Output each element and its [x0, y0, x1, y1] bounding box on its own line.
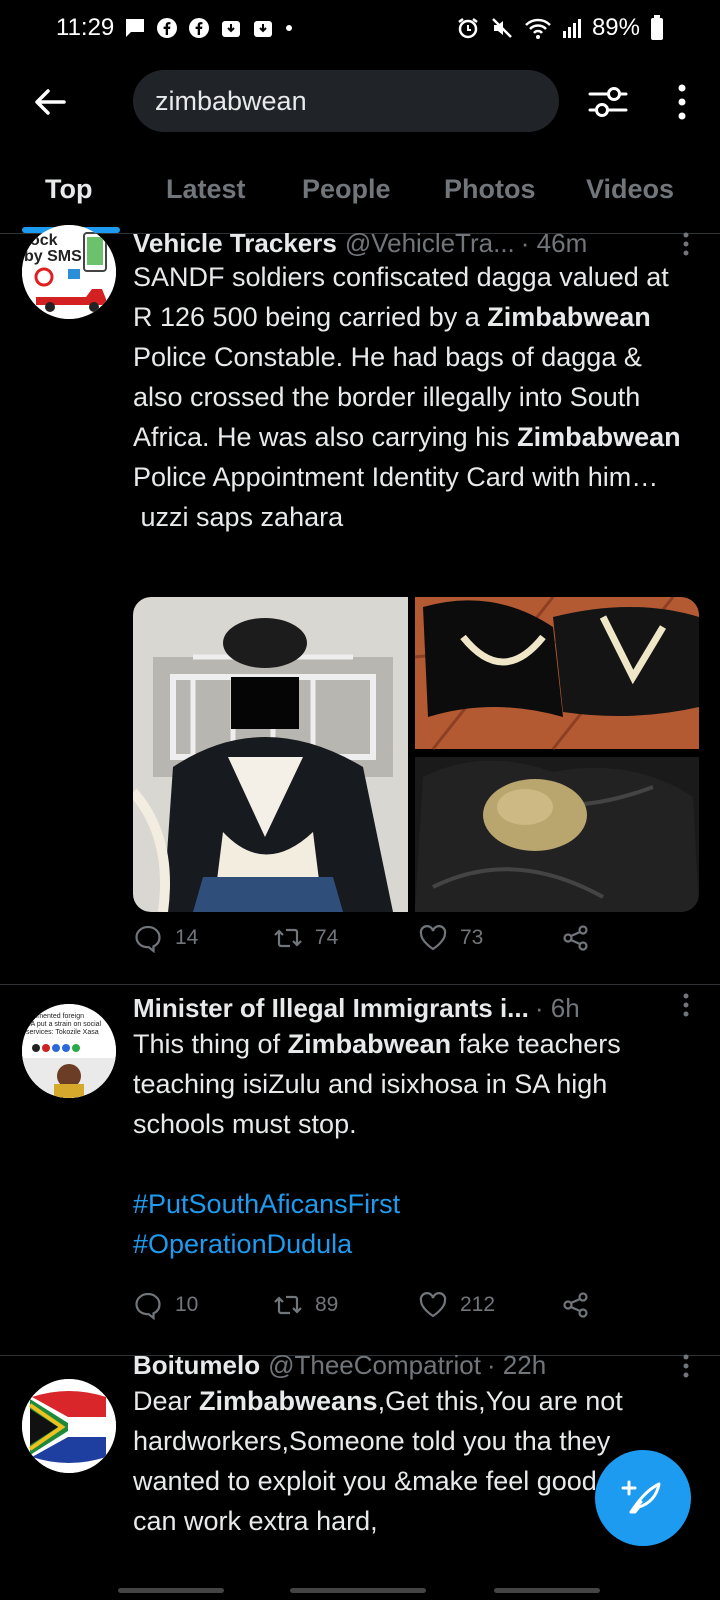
tab-videos[interactable]: Videos	[586, 174, 674, 205]
author-name[interactable]: Boitumelo	[133, 1350, 260, 1381]
search-input[interactable]: zimbabwean	[133, 70, 559, 132]
status-bar: 11:29 89%	[0, 0, 720, 56]
svg-text:ock: ock	[30, 232, 58, 249]
svg-text:SA put a strain on social: SA put a strain on social	[26, 1021, 102, 1028]
tweet-time: · 46m	[520, 227, 588, 258]
heart-icon	[419, 925, 447, 951]
share-button[interactable]	[561, 1290, 591, 1320]
hashtag-link[interactable]: #OperationDudula	[133, 1224, 693, 1264]
avatar[interactable]	[22, 1379, 116, 1473]
retweet-count: 89	[315, 1293, 339, 1316]
nav-home-handle[interactable]	[290, 1588, 426, 1593]
retweet-button[interactable]: 89	[273, 1290, 338, 1320]
share-button[interactable]	[561, 923, 591, 953]
retweet-icon	[274, 1295, 302, 1315]
battery-icon	[651, 15, 663, 40]
share-icon	[563, 925, 588, 951]
tweet-text: This thing of Zimbabwean fake teachers t…	[133, 1029, 621, 1139]
media-photo-dagga[interactable]	[415, 757, 699, 912]
retweet-button[interactable]: 74	[273, 923, 338, 953]
media-photo-bags[interactable]	[414, 597, 699, 750]
mute-icon	[492, 18, 512, 38]
tweet-header: Boitumelo @TheeCompatriot · 22h	[133, 1347, 690, 1383]
tweet-time: · 22h	[486, 1349, 547, 1380]
media-grid	[133, 597, 699, 912]
heart-icon	[419, 1292, 447, 1318]
more-options-icon[interactable]	[668, 80, 696, 124]
tweet-more-icon[interactable]	[682, 1353, 690, 1379]
gesture-navigation-bar	[0, 1578, 720, 1600]
tab-photos[interactable]: Photos	[444, 174, 536, 205]
search-query: zimbabwean	[155, 85, 307, 116]
like-count: 212	[460, 1293, 496, 1316]
search-header: zimbabwean	[0, 64, 720, 140]
author-handle: @TheeCompatriot	[268, 1349, 481, 1380]
svg-text:services: Tokozile Xasa: services: Tokozile Xasa	[26, 1029, 99, 1036]
svg-text:by SMS: by SMS	[24, 248, 82, 265]
reply-icon	[135, 925, 161, 953]
author-name[interactable]: Vehicle Trackers	[133, 228, 337, 259]
tweet-more-icon[interactable]	[682, 992, 690, 1018]
tweet-actions: 10 89 212	[133, 1290, 613, 1330]
avatar[interactable]: ock by SMS	[22, 225, 116, 319]
retweet-count: 74	[315, 926, 339, 949]
dot-icon	[286, 25, 293, 31]
author-name[interactable]: Minister of Illegal Immigrants i...	[133, 993, 529, 1024]
facebook-icon	[157, 18, 178, 38]
like-count: 73	[460, 926, 484, 949]
battery-percent: 89%	[591, 14, 640, 41]
tweet-actions: 14 74 73	[133, 923, 613, 963]
avatar-image: ock by SMS	[22, 225, 116, 319]
compose-feather-icon	[621, 1480, 661, 1514]
tab-top[interactable]: Top	[45, 174, 92, 205]
svg-text:ocumented foreign: ocumented foreign	[26, 1013, 84, 1020]
wifi-icon	[525, 18, 551, 39]
alarm-icon	[458, 18, 478, 39]
tweet[interactable]: ocumented foreign SA put a strain on soc…	[0, 986, 720, 1356]
hashtag-block: #PutSouthAficansFirst #OperationDudula	[133, 1184, 693, 1264]
status-time: 11:29	[56, 14, 115, 41]
avatar[interactable]: ocumented foreign SA put a strain on soc…	[22, 1004, 116, 1098]
back-arrow-icon[interactable]	[30, 82, 70, 122]
author-handle: @VehicleTra...	[344, 227, 515, 258]
tweet-header: Minister of Illegal Immigrants i... · 6h	[133, 990, 690, 1026]
like-button[interactable]: 73	[418, 923, 483, 953]
avatar-image: ocumented foreign SA put a strain on soc…	[22, 1004, 116, 1098]
tweet-header: Vehicle Trackers @VehicleTra... · 46m	[133, 225, 690, 261]
tweet-media[interactable]	[133, 597, 699, 912]
compose-tweet-button[interactable]	[595, 1450, 691, 1546]
signal-icon	[562, 19, 581, 38]
media-photo-person[interactable]	[133, 597, 408, 912]
nav-recent-handle[interactable]	[118, 1588, 224, 1593]
retweet-icon	[274, 928, 302, 948]
nav-back-handle[interactable]	[494, 1588, 600, 1593]
tweet[interactable]: ock by SMS Vehicle Trackers @VehicleTra.…	[0, 225, 720, 985]
share-icon	[563, 1292, 588, 1318]
tab-latest[interactable]: Latest	[166, 174, 246, 205]
download-icon	[222, 21, 241, 37]
reply-icon	[135, 1292, 161, 1320]
like-button[interactable]: 212	[418, 1290, 495, 1320]
tweet-text: SANDF soldiers confiscated dagga valued …	[133, 262, 681, 532]
facebook-icon-2	[189, 18, 210, 38]
reply-count: 14	[175, 926, 199, 949]
search-tabs: Top Latest People Photos Videos	[0, 160, 720, 234]
avatar-image	[22, 1379, 116, 1473]
search-filter-icon[interactable]	[586, 80, 630, 124]
hashtag-link[interactable]: #PutSouthAficansFirst	[133, 1184, 693, 1224]
tweet-more-icon[interactable]	[682, 231, 690, 257]
download-icon-2	[254, 21, 273, 37]
reply-button[interactable]: 14	[133, 923, 198, 953]
tab-people[interactable]: People	[302, 174, 391, 205]
message-icon	[126, 19, 145, 37]
reply-button[interactable]: 10	[133, 1290, 198, 1320]
tweet-time: · 6h	[534, 992, 580, 1023]
reply-count: 10	[175, 1293, 199, 1316]
